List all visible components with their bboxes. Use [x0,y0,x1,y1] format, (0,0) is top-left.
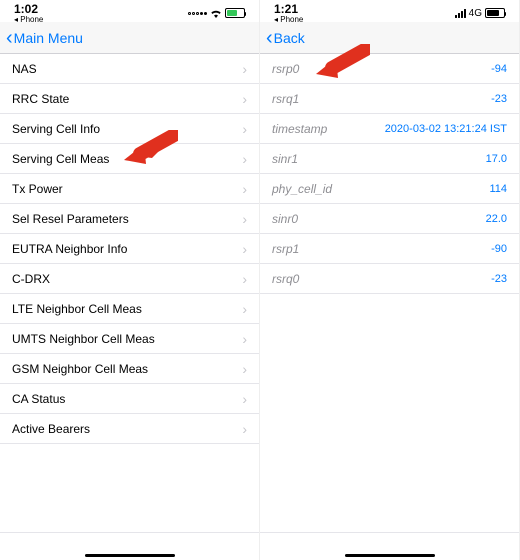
separator [260,532,519,533]
row-label: Serving Cell Meas [12,152,109,166]
row-label: Tx Power [12,182,63,196]
list-item[interactable]: Serving Cell Info › [0,114,259,144]
list-item[interactable]: GSM Neighbor Cell Meas › [0,354,259,384]
row-label: phy_cell_id [272,182,332,196]
battery-icon [225,8,245,18]
nav-bar: ‹ Main Menu [0,22,259,54]
row-label: UMTS Neighbor Cell Meas [12,332,155,346]
row-label: rsrq1 [272,92,299,106]
home-indicator[interactable] [345,554,435,558]
chevron-right-icon: › [242,91,247,107]
row-label: Sel Resel Parameters [12,212,129,226]
row-label: GSM Neighbor Cell Meas [12,362,148,376]
phone-right: 1:21 ◂ Phone 4G ‹ Back rsrp0 -94 rsrq1 -23… [260,0,520,560]
chevron-right-icon: › [242,391,247,407]
chevron-right-icon: › [242,301,247,317]
row-value: -23 [491,93,507,105]
chevron-right-icon: › [242,61,247,77]
chevron-right-icon: › [242,241,247,257]
list-item[interactable]: CA Status › [0,384,259,414]
chevron-right-icon: › [242,361,247,377]
back-label: Main Menu [14,30,83,46]
row-label: CA Status [12,392,65,406]
cell-signal-icon [188,12,207,15]
chevron-right-icon: › [242,421,247,437]
list-item[interactable]: C-DRX › [0,264,259,294]
row-label: Serving Cell Info [12,122,100,136]
row-value: 114 [489,183,507,195]
row-value: 22.0 [486,213,507,225]
row-label: RRC State [12,92,69,106]
row-label: Active Bearers [12,422,90,436]
row-label: EUTRA Neighbor Info [12,242,127,256]
list-item[interactable]: NAS › [0,54,259,84]
chevron-left-icon: ‹ [266,28,273,48]
row-label: sinr0 [272,212,298,226]
row-value: 2020-03-02 13:21:24 IST [385,123,507,135]
list-item[interactable]: rsrq1 -23 [260,84,519,114]
chevron-right-icon: › [242,271,247,287]
separator [0,532,259,533]
list-item[interactable]: RRC State › [0,84,259,114]
network-label: 4G [469,8,482,19]
list-item[interactable]: Serving Cell Meas › [0,144,259,174]
row-value: -90 [491,243,507,255]
list-item[interactable]: rsrq0 -23 [260,264,519,294]
status-right: 4G [455,8,505,19]
status-breadcrumb[interactable]: ◂ Phone [14,15,43,24]
row-label: C-DRX [12,272,50,286]
detail-list: rsrp0 -94 rsrq1 -23 timestamp 2020-03-02 13… [260,54,519,294]
phone-left: 1:02 ◂ Phone ‹ Main Menu NAS › RRC State ›… [0,0,260,560]
list-item[interactable]: timestamp 2020-03-02 13:21:24 IST [260,114,519,144]
row-value: 17.0 [486,153,507,165]
status-time: 1:21 [274,2,298,16]
list-item[interactable]: sinr0 22.0 [260,204,519,234]
status-bar: 1:02 ◂ Phone [0,4,259,22]
list-item[interactable]: LTE Neighbor Cell Meas › [0,294,259,324]
chevron-right-icon: › [242,181,247,197]
status-bar: 1:21 ◂ Phone 4G [260,4,519,22]
list-item[interactable]: sinr1 17.0 [260,144,519,174]
chevron-right-icon: › [242,211,247,227]
row-label: LTE Neighbor Cell Meas [12,302,142,316]
list-item[interactable]: EUTRA Neighbor Info › [0,234,259,264]
back-button[interactable]: ‹ Main Menu [6,28,83,48]
chevron-right-icon: › [242,121,247,137]
row-label: rsrp0 [272,62,299,76]
row-label: sinr1 [272,152,298,166]
status-time: 1:02 [14,2,38,16]
back-label: Back [274,30,305,46]
menu-list: NAS › RRC State › Serving Cell Info › Servi… [0,54,259,444]
chevron-right-icon: › [242,151,247,167]
cell-signal-icon [455,9,466,18]
status-breadcrumb[interactable]: ◂ Phone [274,15,303,24]
list-item[interactable]: Tx Power › [0,174,259,204]
row-label: timestamp [272,122,327,136]
list-item[interactable]: rsrp0 -94 [260,54,519,84]
list-item[interactable]: UMTS Neighbor Cell Meas › [0,324,259,354]
chevron-left-icon: ‹ [6,28,13,48]
row-value: -23 [491,273,507,285]
back-button[interactable]: ‹ Back [266,28,305,48]
home-indicator[interactable] [85,554,175,558]
row-value: -94 [491,63,507,75]
row-label: rsrq0 [272,272,299,286]
status-right [188,8,245,18]
chevron-right-icon: › [242,331,247,347]
list-item[interactable]: Sel Resel Parameters › [0,204,259,234]
row-label: rsrp1 [272,242,299,256]
list-item[interactable]: phy_cell_id 114 [260,174,519,204]
battery-icon [485,8,505,18]
nav-bar: ‹ Back [260,22,519,54]
wifi-icon [210,9,222,18]
list-item[interactable]: rsrp1 -90 [260,234,519,264]
list-item[interactable]: Active Bearers › [0,414,259,444]
row-label: NAS [12,62,37,76]
